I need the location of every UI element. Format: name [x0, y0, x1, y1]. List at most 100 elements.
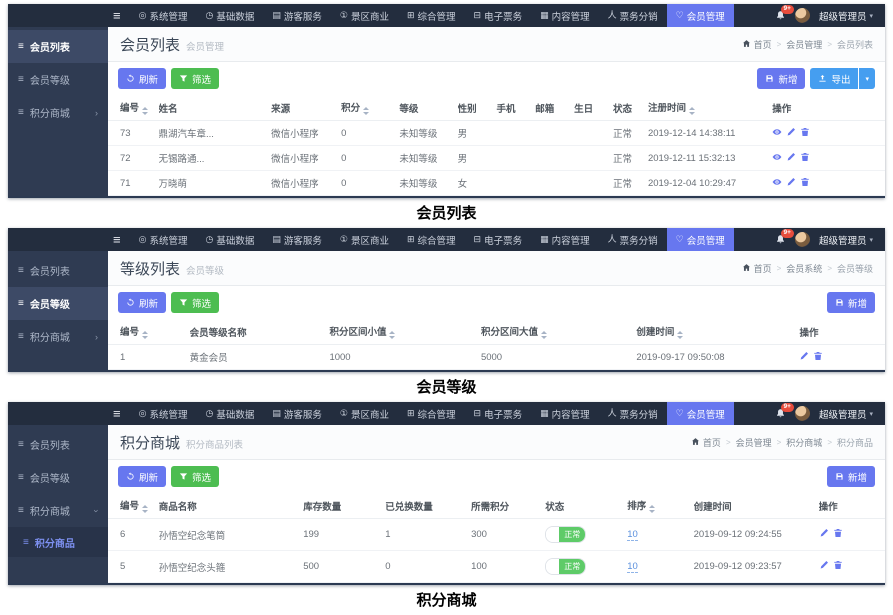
filter-button[interactable]: 筛选: [171, 68, 219, 89]
user-menu[interactable]: 超级管理员▾: [819, 9, 873, 23]
breadcrumb-item[interactable]: 会员系统: [786, 262, 822, 275]
nav-item-system[interactable]: ◎系统管理: [130, 402, 197, 425]
nav-item-e-ticket[interactable]: ⊟电子票务: [465, 402, 532, 425]
filter-button[interactable]: 筛选: [171, 292, 219, 313]
column-header[interactable]: 积分区间小值: [329, 319, 481, 345]
column-header[interactable]: 积分: [341, 95, 399, 121]
export-dropdown-button[interactable]: ▾: [859, 68, 875, 89]
column-header[interactable]: 排序: [627, 493, 693, 519]
nav-item-base-data[interactable]: ◷基础数据: [196, 228, 263, 251]
status-toggle[interactable]: 正常: [545, 526, 586, 543]
nav-item-comprehensive[interactable]: ⊞综合管理: [398, 402, 465, 425]
breadcrumb-item[interactable]: 积分商城: [786, 436, 822, 449]
refresh-button[interactable]: 刷新: [118, 292, 166, 313]
column-header[interactable]: 注册时间: [648, 95, 772, 121]
add-button[interactable]: 新增: [827, 292, 875, 313]
nav-item-system[interactable]: ◎系统管理: [130, 228, 197, 251]
delete-icon[interactable]: [800, 152, 810, 162]
delete-icon[interactable]: [800, 177, 810, 187]
column-header[interactable]: 编号: [108, 493, 159, 519]
edit-icon[interactable]: [786, 152, 796, 162]
add-button[interactable]: 新增: [827, 466, 875, 487]
edit-icon[interactable]: [819, 560, 829, 570]
user-menu[interactable]: 超级管理员▾: [819, 407, 873, 421]
nav-item-system[interactable]: ◎系统管理: [130, 4, 197, 27]
nav-item-member[interactable]: ♡会员管理: [667, 402, 734, 425]
breadcrumb-item[interactable]: 首页: [691, 436, 721, 449]
filter-button[interactable]: 筛选: [171, 466, 219, 487]
nav-item-comprehensive[interactable]: ⊞综合管理: [398, 4, 465, 27]
breadcrumb: 首页>会员管理>会员列表: [742, 38, 873, 51]
nav-item-comprehensive[interactable]: ⊞综合管理: [398, 228, 465, 251]
nav-item-visitor-service[interactable]: ▤游客服务: [263, 402, 331, 425]
view-icon[interactable]: [772, 152, 782, 162]
sidebar-item-member-list[interactable]: ≡会员列表: [8, 254, 108, 287]
nav-item-base-data[interactable]: ◷基础数据: [196, 4, 263, 27]
view-icon[interactable]: [772, 177, 782, 187]
breadcrumb-item[interactable]: 会员管理: [786, 38, 822, 51]
sidebar-item-member-level[interactable]: ≡会员等级: [8, 287, 108, 320]
nav-item-e-ticket[interactable]: ⊟电子票务: [465, 228, 532, 251]
points-goods-table: 编号商品名称库存数量已兑换数量所需积分状态排序创建时间操作6孙悟空纪念笔筒199…: [108, 493, 885, 583]
edit-icon[interactable]: [819, 528, 829, 538]
avatar[interactable]: [795, 232, 810, 247]
refresh-button[interactable]: 刷新: [118, 68, 166, 89]
heart-icon: ♡: [676, 235, 684, 244]
nav-item-ticket-distribution[interactable]: 人票务分销: [599, 402, 667, 425]
nav-item-base-data[interactable]: ◷基础数据: [196, 402, 263, 425]
nav-item-e-ticket[interactable]: ⊟电子票务: [465, 4, 532, 27]
sort-order-link[interactable]: 10: [627, 529, 638, 541]
notifications-button[interactable]: 9+: [775, 234, 786, 245]
nav-item-scenic-business[interactable]: ①景区商业: [331, 402, 398, 425]
delete-icon[interactable]: [833, 560, 843, 570]
view-icon[interactable]: [772, 127, 782, 137]
nav-item-scenic-business[interactable]: ①景区商业: [331, 228, 398, 251]
delete-icon[interactable]: [833, 528, 843, 538]
hamburger-icon[interactable]: ≡: [104, 4, 130, 27]
nav-item-content[interactable]: ▦内容管理: [531, 228, 599, 251]
column-header[interactable]: 积分区间大值: [481, 319, 636, 345]
nav-item-content[interactable]: ▦内容管理: [531, 402, 599, 425]
sidebar-item-member-level[interactable]: ≡会员等级: [8, 63, 108, 96]
status-toggle[interactable]: 正常: [545, 558, 586, 575]
edit-icon[interactable]: [786, 177, 796, 187]
breadcrumb-item[interactable]: 首页: [742, 38, 772, 51]
edit-icon[interactable]: [799, 351, 809, 361]
nav-item-visitor-service[interactable]: ▤游客服务: [263, 228, 331, 251]
breadcrumb-item[interactable]: 会员管理: [736, 436, 772, 449]
nav-item-scenic-business[interactable]: ①景区商业: [331, 4, 398, 27]
nav-item-member[interactable]: ♡会员管理: [667, 4, 734, 27]
add-button[interactable]: 新增: [757, 68, 805, 89]
sidebar-item-points-mall[interactable]: ≡积分商城›: [8, 96, 108, 129]
refresh-button[interactable]: 刷新: [118, 466, 166, 487]
notifications-button[interactable]: 9+: [775, 408, 786, 419]
avatar[interactable]: [795, 8, 810, 23]
column-header[interactable]: 创建时间: [636, 319, 799, 345]
sidebar-item-points-mall[interactable]: ≡积分商城›: [8, 494, 108, 527]
edit-icon[interactable]: [786, 127, 796, 137]
sort-order-link[interactable]: 10: [627, 561, 638, 573]
sidebar-item-member-level[interactable]: ≡会员等级: [8, 461, 108, 494]
sidebar-item-points-mall[interactable]: ≡积分商城›: [8, 320, 108, 353]
nav-item-visitor-service[interactable]: ▤游客服务: [263, 4, 331, 27]
sort-order-cell: 10: [627, 519, 693, 551]
user-menu[interactable]: 超级管理员▾: [819, 233, 873, 247]
sidebar-item-member-list[interactable]: ≡会员列表: [8, 30, 108, 63]
column-header[interactable]: 编号: [108, 319, 190, 345]
export-button[interactable]: 导出: [810, 68, 858, 89]
avatar[interactable]: [795, 406, 810, 421]
nav-item-member[interactable]: ♡会员管理: [667, 228, 734, 251]
nav-item-label: 综合管理: [418, 233, 456, 247]
nav-item-content[interactable]: ▦内容管理: [531, 4, 599, 27]
column-header[interactable]: 编号: [108, 95, 159, 121]
notifications-button[interactable]: 9+: [775, 10, 786, 21]
delete-icon[interactable]: [813, 351, 823, 361]
sidebar-item-member-list[interactable]: ≡会员列表: [8, 428, 108, 461]
nav-item-ticket-distribution[interactable]: 人票务分销: [599, 228, 667, 251]
breadcrumb-item[interactable]: 首页: [742, 262, 772, 275]
hamburger-icon[interactable]: ≡: [104, 228, 130, 251]
hamburger-icon[interactable]: ≡: [104, 402, 130, 425]
sidebar-subitem-points-goods[interactable]: ≡积分商品: [8, 527, 108, 557]
nav-item-ticket-distribution[interactable]: 人票务分销: [599, 4, 667, 27]
delete-icon[interactable]: [800, 127, 810, 137]
